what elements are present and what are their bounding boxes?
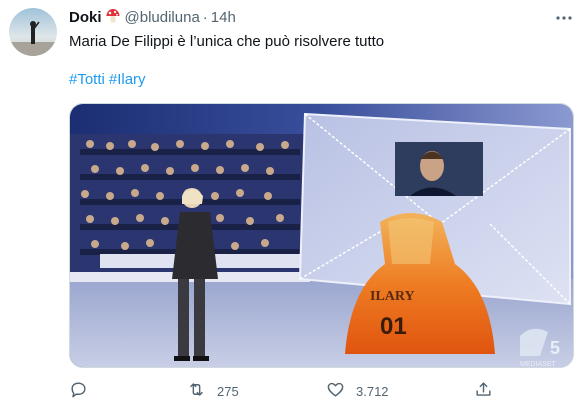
retweet-count: 275: [217, 383, 239, 399]
reply-icon: [69, 380, 88, 402]
header-separator: ·: [202, 9, 208, 26]
author-handle[interactable]: @bludiluna: [125, 9, 200, 26]
share-button[interactable]: [474, 378, 493, 404]
avatar[interactable]: [9, 8, 57, 56]
hashtags: #Totti #Ilary: [69, 70, 150, 90]
hashtag-totti[interactable]: #Totti: [69, 71, 105, 88]
hoodie-name: ILARY: [370, 289, 415, 304]
more-options-icon[interactable]: [554, 8, 574, 28]
author-name[interactable]: Doki: [69, 9, 102, 26]
reply-button[interactable]: [69, 378, 99, 404]
svg-text:5: 5: [550, 338, 560, 358]
share-icon: [474, 380, 493, 402]
like-button[interactable]: 3.712: [326, 378, 389, 404]
like-count: 3.712: [356, 383, 389, 399]
tweet-actions: 275 3.712: [69, 378, 574, 404]
mushroom-emoji-icon: [105, 8, 121, 24]
tweet-header: Doki @bludiluna · 14h: [69, 8, 572, 28]
heart-icon: [326, 380, 345, 402]
hashtag-ilary[interactable]: #Ilary: [109, 71, 146, 88]
tweet-media-image[interactable]: ILARY 01 5 MEDIASET: [69, 103, 574, 368]
retweet-icon: [187, 380, 206, 402]
tweet-text: Maria De Filippi è l’unica che può risol…: [69, 33, 385, 50]
hoodie-number: 01: [380, 313, 407, 340]
tweet-timestamp[interactable]: 14h: [211, 9, 236, 26]
retweet-button[interactable]: 275: [187, 378, 239, 404]
mediaset-watermark: MEDIASET: [520, 361, 557, 368]
tweet: Doki @bludiluna · 14h Maria De Filippi è l’…: [0, 0, 588, 411]
